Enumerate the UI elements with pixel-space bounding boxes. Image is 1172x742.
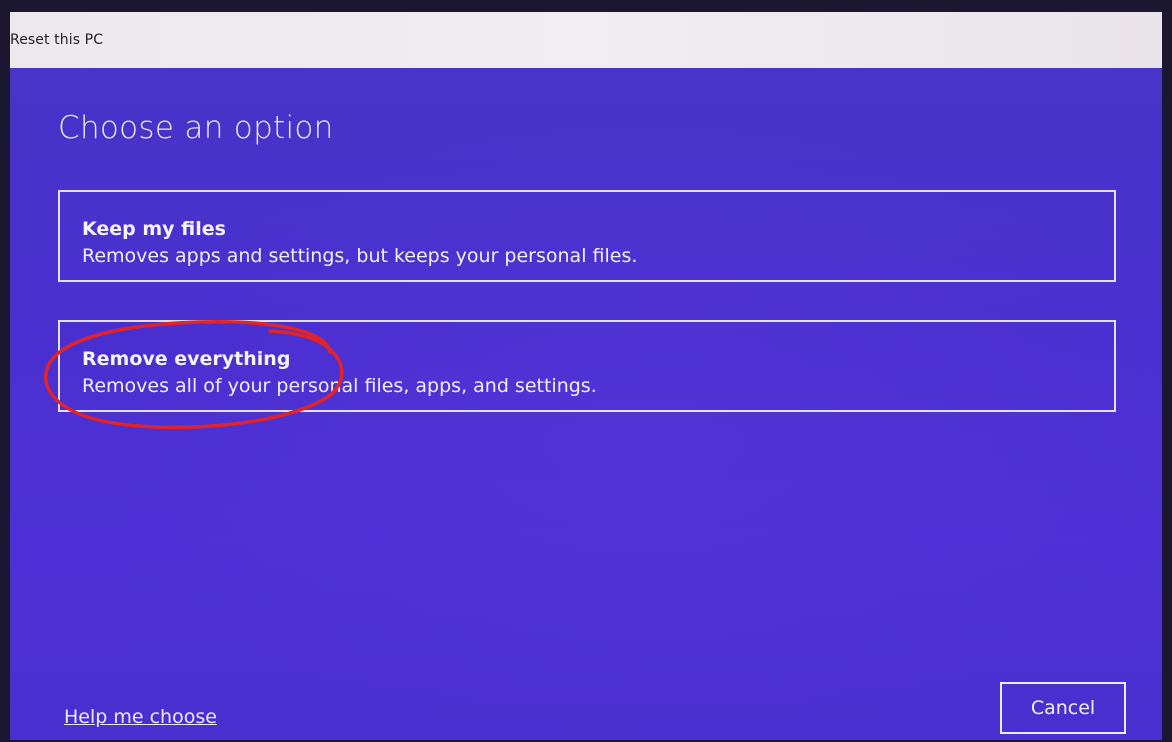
option-remove-everything[interactable]: Remove everything Removes all of your pe… [58, 320, 1116, 412]
cancel-button[interactable]: Cancel [1000, 682, 1126, 734]
option-title: Remove everything [82, 348, 291, 370]
option-description: Removes apps and settings, but keeps you… [82, 245, 638, 267]
option-keep-my-files[interactable]: Keep my files Removes apps and settings,… [58, 190, 1116, 282]
dialog-content: Choose an option Keep my files Removes a… [10, 68, 1162, 740]
page-title: Choose an option [58, 110, 334, 146]
title-bar: Reset this PC [10, 12, 1162, 68]
reset-pc-window: Reset this PC Choose an option Keep my f… [10, 12, 1162, 740]
option-title: Keep my files [82, 218, 226, 240]
window-title: Reset this PC [10, 32, 104, 48]
option-description: Removes all of your personal files, apps… [82, 375, 597, 397]
help-me-choose-link[interactable]: Help me choose [64, 706, 217, 728]
